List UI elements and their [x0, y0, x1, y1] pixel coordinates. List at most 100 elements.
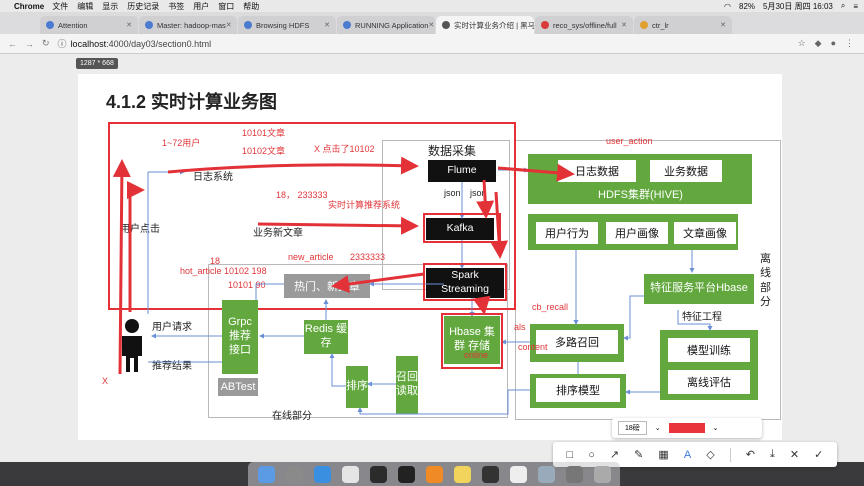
battery-percent[interactable]: 82%	[739, 2, 755, 11]
tab-label: RUNNING Application	[355, 20, 429, 30]
info-icon[interactable]: ⓘ	[58, 37, 67, 50]
biz-new-article-label: 业务新文章	[253, 228, 303, 239]
tab-browsing-hdfs[interactable]: Browsing HDFS ✕	[238, 16, 336, 34]
json-label-1: json	[444, 188, 461, 198]
tab-label: Attention	[58, 20, 88, 30]
offline-eval-box: 离线评估	[668, 370, 750, 394]
tab-favicon	[640, 21, 648, 29]
sort-box: 排序	[346, 366, 368, 408]
preview-icon[interactable]	[537, 465, 555, 483]
url-host: localhost	[70, 38, 107, 49]
profile-icon[interactable]: ●	[831, 38, 836, 49]
back-icon[interactable]: ←	[8, 39, 17, 49]
menu-bar: Chrome 文件 编辑 显示 历史记录 书签 用户 窗口 帮助 ◠ 82% 5…	[0, 0, 864, 12]
mosaic-icon[interactable]: ▦	[658, 448, 668, 461]
tab-favicon	[541, 21, 549, 29]
chrome-icon[interactable]	[341, 465, 359, 483]
chevron-down-icon[interactable]: ⌄	[713, 424, 719, 432]
menu-window[interactable]: 窗口	[218, 1, 234, 12]
pycharm-icon[interactable]	[369, 465, 387, 483]
extension-icon[interactable]: ◆	[815, 38, 822, 49]
notes-icon[interactable]	[453, 465, 471, 483]
tab-reco-sys[interactable]: reco_sys/offline/full ✕	[535, 16, 633, 34]
anno-nums: 18， 233333	[276, 190, 328, 200]
system-prefs-icon[interactable]	[565, 465, 583, 483]
star-icon[interactable]: ☆	[798, 38, 806, 49]
tab-running-apps[interactable]: RUNNING Application ✕	[337, 16, 435, 34]
menu-help[interactable]: 帮助	[243, 1, 259, 12]
tab-realtime-intro[interactable]: 实时计算业务介绍 | 黑马✕	[436, 16, 534, 34]
tab-hadoop-master[interactable]: Master: hadoop-mas ✕	[139, 16, 237, 34]
browser-actions: ☆ ◆ ● ⋮	[798, 38, 854, 49]
finder-icon[interactable]	[257, 465, 275, 483]
anno-online: online	[464, 350, 489, 360]
color-swatch[interactable]	[668, 423, 705, 433]
typora-icon[interactable]	[509, 465, 527, 483]
close-icon[interactable]: ✕	[790, 448, 799, 461]
user-request-label: 用户请求	[152, 322, 192, 333]
menu-history[interactable]: 历史记录	[127, 1, 159, 12]
multi-recall-box: 多路召回	[536, 330, 618, 354]
search-icon[interactable]: ⌕	[841, 1, 845, 11]
close-icon[interactable]: ✕	[226, 21, 232, 29]
menu-bookmarks[interactable]: 书签	[168, 1, 184, 12]
anno-233: 2333333	[350, 252, 386, 262]
terminal-icon[interactable]	[397, 465, 415, 483]
reload-icon[interactable]: ↻	[42, 38, 50, 49]
url-field[interactable]: localhost:4000/day03/section0.html	[71, 39, 212, 49]
anno-users: 1~72用户	[162, 138, 201, 148]
close-icon[interactable]: ✕	[720, 21, 726, 29]
chevron-down-icon[interactable]: ⌄	[655, 424, 661, 432]
download-icon[interactable]: ⤓	[770, 448, 775, 461]
tab-attention[interactable]: Attention ✕	[40, 16, 138, 34]
tab-label: reco_sys/offline/full	[553, 20, 617, 30]
tab-favicon	[46, 21, 54, 29]
datetime[interactable]: 5月30日 周四 16:03	[763, 1, 833, 12]
confirm-icon[interactable]: ✓	[814, 448, 823, 461]
circle-icon[interactable]: ○	[588, 449, 595, 461]
arrow-icon[interactable]: ↗	[610, 448, 619, 461]
launchpad-icon[interactable]	[285, 465, 303, 483]
tab-favicon	[343, 21, 351, 29]
font-size-select[interactable]: 18磅	[618, 421, 647, 435]
menu-people[interactable]: 用户	[193, 1, 209, 12]
tab-label: Master: hadoop-mas	[157, 20, 226, 30]
wifi-icon[interactable]: ◠	[724, 2, 731, 11]
safari-icon[interactable]	[313, 465, 331, 483]
eraser-icon[interactable]: ◇	[706, 448, 714, 461]
close-icon[interactable]: ✕	[324, 21, 330, 29]
vlc-icon[interactable]	[425, 465, 443, 483]
menu-icon[interactable]: ≡	[853, 2, 858, 11]
menu-view[interactable]: 显示	[102, 1, 118, 12]
menu-edit[interactable]: 编辑	[77, 1, 93, 12]
slide-title: 4.1.2 实时计算业务图	[106, 92, 278, 112]
text-icon[interactable]: A	[684, 449, 691, 461]
font-color-bar: 18磅 ⌄ ⌄	[612, 418, 762, 438]
anno-x: X	[102, 376, 109, 386]
menu-file[interactable]: 文件	[52, 1, 68, 12]
anno-cb-recall: cb_recall	[532, 302, 569, 312]
close-icon[interactable]: ✕	[126, 21, 132, 29]
online-part-label: 在线部分	[272, 411, 312, 422]
undo-icon[interactable]: ↶	[746, 448, 755, 461]
close-icon[interactable]: ✕	[621, 21, 627, 29]
trash-icon[interactable]	[593, 465, 611, 483]
forward-icon[interactable]: →	[25, 39, 34, 49]
flume-box: Flume	[428, 160, 496, 182]
rectangle-icon[interactable]: □	[567, 449, 574, 461]
address-bar: ← → ↻ ⓘ localhost:4000/day03/section0.ht…	[0, 34, 864, 54]
data-collect-label: 数据采集	[428, 144, 477, 158]
close-icon[interactable]: ✕	[428, 21, 434, 29]
tab-ctr-lr[interactable]: ctr_lr ✕	[634, 16, 732, 34]
user-profile-box: 用户画像	[606, 222, 668, 244]
menu-app-name[interactable]: Chrome	[14, 2, 44, 11]
spark-box: Spark Streaming	[426, 268, 504, 298]
tab-favicon	[145, 21, 153, 29]
pen-icon[interactable]: ✎	[634, 448, 643, 461]
iterm-icon[interactable]	[481, 465, 499, 483]
anno-new-article: new_article	[288, 252, 334, 262]
anno-article-10101: 10101文章	[242, 128, 286, 138]
slide: 4.1.2 实时计算业务图 日志系统 用户点击 业务新文章 数据采集 Flume…	[78, 74, 782, 440]
more-icon[interactable]: ⋮	[845, 38, 854, 49]
grpc-box: Grpc 推荐 接口	[222, 300, 258, 374]
